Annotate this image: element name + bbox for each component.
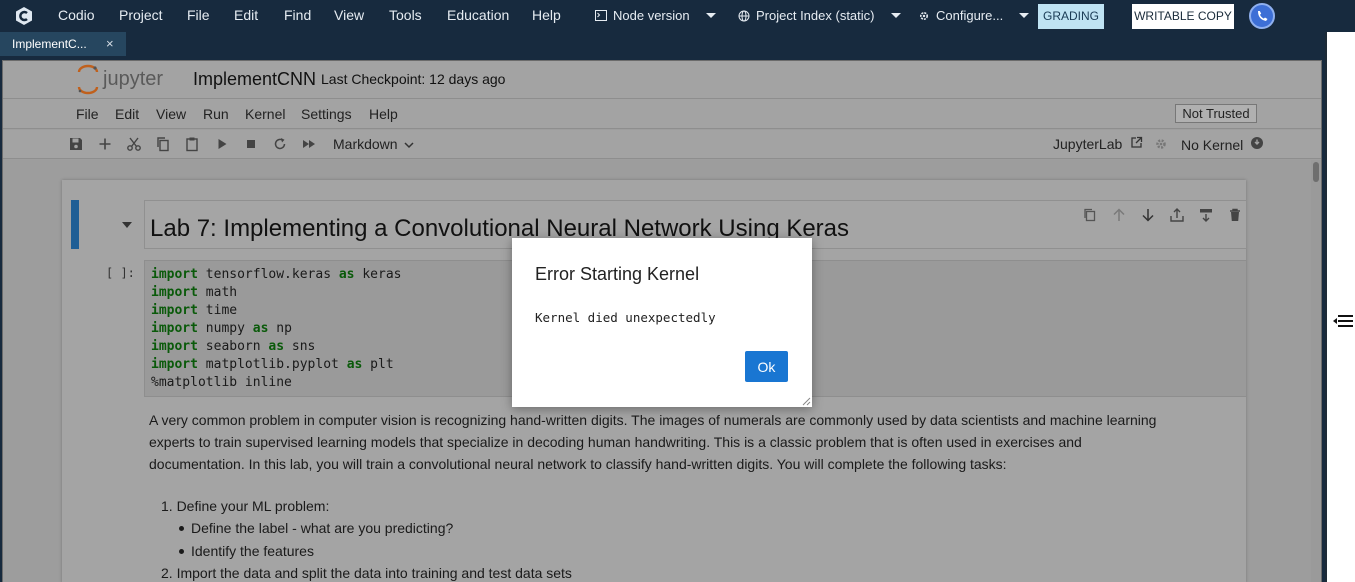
- terminal-icon: [595, 10, 607, 21]
- code-line: import time: [151, 303, 238, 318]
- notebook-title[interactable]: ImplementCNN: [193, 69, 316, 90]
- dialog-title: Error Starting Kernel: [535, 264, 700, 284]
- jupyterlab-link-label: JupyterLab: [1053, 136, 1123, 152]
- insert-above-icon[interactable]: [1169, 207, 1185, 223]
- writable-copy-button[interactable]: WRITABLE COPY: [1132, 4, 1234, 29]
- kernel-circle-icon: [1251, 137, 1264, 149]
- arrow-down-icon[interactable]: [1140, 207, 1156, 223]
- list-item: 1. Define your ML problem:: [161, 498, 330, 514]
- stop-icon[interactable]: [243, 136, 259, 152]
- right-side-panel: [1325, 32, 1355, 582]
- phone-icon[interactable]: [1249, 3, 1275, 29]
- active-cell-indicator: [71, 200, 79, 249]
- gear-icon: [919, 11, 929, 20]
- arrow-up-icon[interactable]: [1111, 207, 1127, 223]
- codio-top-bar: Codio Project File Edit Find View Tools …: [0, 0, 1355, 32]
- copy-icon[interactable]: [155, 136, 171, 152]
- last-checkpoint: Last Checkpoint: 12 days ago: [321, 71, 506, 87]
- code-line: import math: [151, 285, 238, 300]
- menu-run[interactable]: Run: [203, 106, 229, 122]
- code-editor[interactable]: import tensorflow.keras as keras import …: [151, 266, 401, 392]
- jupyter-wordmark: jupyter: [102, 68, 163, 90]
- cell-type-select[interactable]: Markdown: [333, 136, 415, 152]
- list-item: Identify the features: [179, 543, 314, 559]
- duplicate-icon[interactable]: [1082, 207, 1098, 223]
- code-line: import seaborn as sns: [151, 339, 316, 354]
- code-cell-prompt: [ ]:: [106, 266, 135, 280]
- code-line: import matplotlib.pyplot as plt: [151, 357, 394, 372]
- notebook-menu-bar: File Edit View Run Kernel Settings Help …: [3, 99, 1321, 129]
- code-line: import tensorflow.keras as keras: [151, 267, 402, 282]
- fast-forward-icon[interactable]: [301, 136, 317, 152]
- scissors-icon[interactable]: [126, 136, 142, 152]
- kernel-status[interactable]: No Kernel: [1181, 136, 1264, 153]
- menu-settings[interactable]: Settings: [301, 106, 352, 122]
- codio-menu-codio[interactable]: Codio: [58, 7, 95, 23]
- globe-icon: [738, 10, 750, 21]
- notebook-scrollbar[interactable]: [1311, 160, 1321, 582]
- code-line: import numpy as np: [151, 321, 292, 336]
- error-dialog: Error Starting Kernel Kernel died unexpe…: [512, 238, 812, 407]
- codio-menu-help[interactable]: Help: [532, 7, 561, 23]
- jupyterlab-link[interactable]: JupyterLab: [1053, 136, 1143, 152]
- insert-below-icon[interactable]: [1198, 207, 1214, 223]
- chevron-down-icon: [1019, 13, 1030, 18]
- list-item: 2. Import the data and split the data in…: [161, 565, 572, 581]
- jupyter-logo[interactable]: jupyter: [75, 64, 187, 96]
- node-version-label: Node version: [613, 8, 690, 23]
- not-trusted-indicator[interactable]: Not Trusted: [1175, 104, 1257, 123]
- codio-menu-project[interactable]: Project: [119, 7, 163, 23]
- chevron-down-icon: [404, 142, 415, 149]
- project-index-label: Project Index (static): [756, 8, 875, 23]
- resize-grip-icon[interactable]: [802, 397, 811, 406]
- file-tab-implementcnn[interactable]: ImplementC... ×: [0, 32, 126, 56]
- menu-view[interactable]: View: [156, 106, 186, 122]
- notebook-header: jupyter ImplementCNN Last Checkpoint: 12…: [3, 61, 1321, 99]
- codio-menu-view[interactable]: View: [334, 7, 364, 23]
- notebook-toolbar: Markdown JupyterLab No Kernel: [3, 130, 1321, 159]
- sidebar-toggle-icon[interactable]: [1333, 314, 1353, 328]
- menu-help[interactable]: Help: [369, 106, 398, 122]
- paste-icon[interactable]: [184, 136, 200, 152]
- code-line: %matplotlib inline: [151, 375, 292, 390]
- codio-logo-icon[interactable]: [14, 6, 34, 26]
- codio-menu-file[interactable]: File: [187, 7, 210, 23]
- plus-icon[interactable]: [97, 136, 113, 152]
- menu-edit[interactable]: Edit: [115, 106, 139, 122]
- restart-icon[interactable]: [272, 136, 288, 152]
- kernel-status-label: No Kernel: [1181, 137, 1244, 153]
- list-item: Define the label - what are you predicti…: [178, 520, 454, 536]
- markdown-paragraph: A very common problem in computer vision…: [149, 409, 1239, 475]
- collapse-heading-icon[interactable]: [122, 222, 132, 228]
- codio-menu-edit[interactable]: Edit: [234, 7, 258, 23]
- run-icon[interactable]: [214, 136, 230, 152]
- chevron-down-icon: [705, 13, 716, 18]
- cell-type-label: Markdown: [333, 136, 398, 152]
- trash-icon[interactable]: [1227, 207, 1243, 223]
- codio-menu-tools[interactable]: Tools: [389, 7, 422, 23]
- external-link-icon: [1131, 136, 1143, 148]
- configure-label: Configure...: [936, 8, 1004, 23]
- editor-tab-strip: [0, 32, 1325, 58]
- kernel-idle-icon: [1156, 139, 1166, 149]
- node-version-dropdown[interactable]: Node version: [595, 8, 716, 23]
- paragraph-line: experts to train supervised learning mod…: [149, 434, 1082, 450]
- file-tab-label: ImplementC...: [12, 37, 87, 51]
- scrollbar-thumb[interactable]: [1313, 162, 1319, 182]
- grading-button[interactable]: GRADING: [1038, 4, 1104, 29]
- configure-dropdown[interactable]: Configure...: [918, 8, 1030, 23]
- dialog-message: Kernel died unexpectedly: [535, 310, 716, 325]
- ok-button[interactable]: Ok: [745, 351, 788, 382]
- paragraph-line: documentation. In this lab, you will tra…: [149, 456, 1007, 472]
- paragraph-line: A very common problem in computer vision…: [149, 412, 1157, 428]
- codio-menu-find[interactable]: Find: [284, 7, 311, 23]
- project-index-dropdown[interactable]: Project Index (static): [738, 8, 901, 23]
- save-icon[interactable]: [68, 136, 84, 152]
- chevron-down-icon: [890, 13, 901, 18]
- codio-menu-education[interactable]: Education: [447, 7, 509, 23]
- close-icon[interactable]: ×: [106, 36, 114, 51]
- menu-file[interactable]: File: [76, 106, 99, 122]
- menu-kernel[interactable]: Kernel: [245, 106, 285, 122]
